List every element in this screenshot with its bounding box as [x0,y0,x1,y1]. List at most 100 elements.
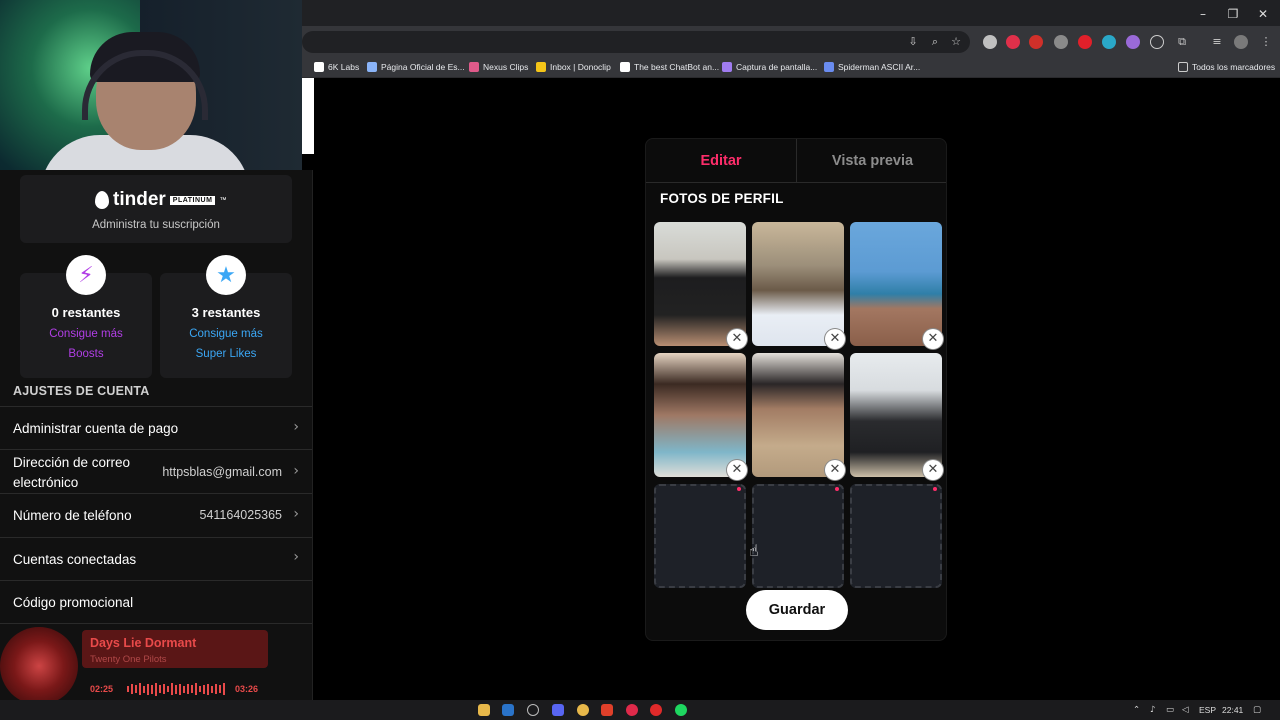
profile-photo[interactable] [654,353,746,477]
settings-item-payment[interactable]: Administrar cuenta de pago › [0,406,312,449]
extension-icon[interactable] [1054,35,1068,49]
obs-icon[interactable] [527,704,539,716]
remove-photo-icon[interactable]: ✕ [727,329,747,349]
bookmark-item[interactable]: 6K Labs [314,60,359,74]
reading-list-icon[interactable]: ≡ [1209,34,1225,50]
empty-photo-slot[interactable] [752,484,844,588]
bookmark-icon [722,62,732,72]
superlikes-count: 3 restantes [191,305,261,320]
file-explorer-icon[interactable] [478,704,490,716]
star-icon[interactable]: ☆ [948,34,964,50]
microphone-icon[interactable]: ♪ [1150,704,1155,716]
steam-icon[interactable] [502,704,514,716]
profile-photo[interactable] [654,222,746,346]
waveform-bar [155,682,157,696]
bookmark-item[interactable]: Inbox | Donoclip [536,60,611,74]
bookmark-label: The best ChatBot an... [634,62,720,72]
volume-icon[interactable]: ◁ [1182,704,1189,716]
settings-item-phone[interactable]: Número de teléfono 541164025365 › [0,493,312,537]
zoom-icon[interactable]: ⌕ [927,34,943,50]
extension-icon[interactable] [983,35,997,49]
bookmark-icon [824,62,834,72]
tab-preview[interactable]: Vista previa [797,139,946,183]
extension-icon[interactable] [1150,35,1164,49]
bookmark-item[interactable]: Captura de pantalla... [722,60,817,74]
bookmark-label: Página Oficial de Es... [381,62,465,72]
profile-photo[interactable] [850,222,942,346]
extension-icon[interactable] [1078,35,1092,49]
setting-label: Código promocional [13,595,134,610]
waveform-bar [151,684,153,694]
elapsed-time: 02:25 [90,684,114,694]
boosts-card[interactable]: ⚡ 0 restantes Consigue más Boosts [20,255,152,378]
subscription-card[interactable]: tinder PLATINUM ™ Administra tu suscripc… [20,175,292,243]
language-indicator[interactable]: ESP [1199,704,1216,716]
extension-icon[interactable] [1126,35,1140,49]
network-icon[interactable]: ▭ [1166,704,1174,716]
profile-avatar[interactable] [1234,35,1248,49]
remove-photo-icon[interactable]: ✕ [923,329,943,349]
notifications-icon[interactable]: ▢ [1253,704,1261,716]
bookmark-label: 6K Labs [328,62,360,72]
settings-item-email[interactable]: Dirección de correo electrónico httpsbla… [0,449,312,493]
puzzle-icon[interactable]: ⧉ [1174,34,1190,50]
get-superlikes-link[interactable]: Consigue más [160,328,292,340]
bookmark-item[interactable]: Spiderman ASCII Ar... [824,60,920,74]
phone-value: 541164025365 [199,508,283,522]
waveform-bar [135,685,137,693]
settings-item-promo-code[interactable]: Código promocional [0,580,312,624]
setting-label: Número de teléfono [13,508,132,523]
bookmark-label: Captura de pantalla... [736,62,818,72]
chrome-icon[interactable] [577,704,589,716]
extension-icon[interactable] [1006,35,1020,49]
minimize-button[interactable]: – [1188,4,1218,24]
waveform-bar [159,685,161,693]
extension-icon[interactable] [1102,35,1116,49]
superlikes-card[interactable]: ★ 3 restantes Consigue más Super Likes [160,255,292,378]
tab-edit[interactable]: Editar [646,139,797,183]
profile-photo[interactable] [752,222,844,346]
menu-kebab-icon[interactable]: ⋮ [1258,34,1274,50]
bookmark-item[interactable]: Nexus Clips [469,60,528,74]
remove-photo-icon[interactable]: ✕ [825,329,845,349]
empty-photo-slot[interactable] [850,484,942,588]
bookmark-item[interactable]: Página Oficial de Es... [367,60,465,74]
address-bar[interactable] [302,31,970,53]
all-bookmarks-button[interactable]: Todos los marcadores [1178,60,1275,74]
youtube-icon[interactable] [650,704,662,716]
tinder-logo: tinder PLATINUM ™ [95,189,226,211]
bookmark-icon [536,62,546,72]
email-value: httpsblas@gmail.com [162,465,282,479]
media-player-icon[interactable] [626,704,638,716]
now-playing-widget: Days Lie Dormant Twenty One Pilots 02:25… [0,625,313,705]
remove-photo-icon[interactable]: ✕ [923,460,943,480]
hand-cursor-icon: ☝ [749,541,759,560]
maximize-button[interactable]: ❐ [1218,4,1248,24]
install-icon[interactable]: ⇩ [905,34,921,50]
clock[interactable]: 22:41 [1222,704,1243,716]
get-superlikes-link[interactable]: Super Likes [160,348,292,360]
brand-name: tinder [113,189,166,210]
folder-icon [1178,62,1188,72]
waveform [127,682,227,696]
get-boosts-link[interactable]: Boosts [20,348,152,360]
section-title: AJUSTES DE CUENTA [13,384,150,398]
tray-chevron-icon[interactable]: ⌃ [1133,704,1140,716]
profile-photo[interactable] [850,353,942,477]
empty-photo-slot[interactable] [654,484,746,588]
remove-photo-icon[interactable]: ✕ [727,460,747,480]
manage-subscription-link[interactable]: Administra tu suscripción [20,219,292,231]
save-button[interactable]: Guardar [746,590,848,630]
get-boosts-link[interactable]: Consigue más [20,328,152,340]
flame-icon [95,191,109,209]
brave-icon[interactable] [601,704,613,716]
discord-icon[interactable] [552,704,564,716]
bookmark-item[interactable]: The best ChatBot an... [620,60,719,74]
spotify-icon[interactable] [675,704,687,716]
extension-icon[interactable] [1029,35,1043,49]
profile-photo[interactable] [752,353,844,477]
remove-photo-icon[interactable]: ✕ [825,460,845,480]
close-button[interactable]: ✕ [1248,4,1278,24]
waveform-bar [191,685,193,693]
settings-item-connected-accounts[interactable]: Cuentas conectadas › [0,537,312,580]
